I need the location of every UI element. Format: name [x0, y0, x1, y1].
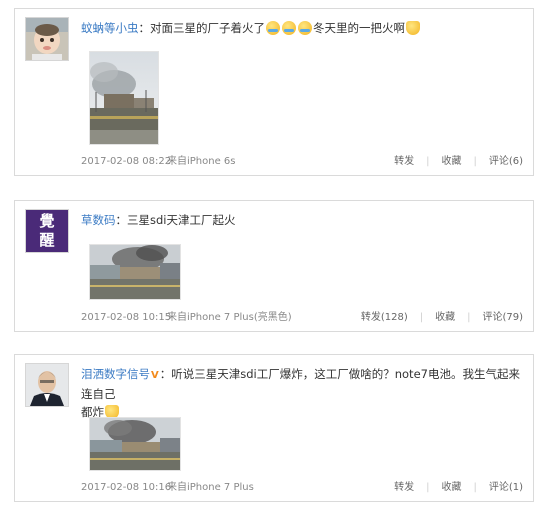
divider: | [473, 482, 477, 493]
avatar-text: 覺醒 [39, 212, 55, 249]
divider: | [419, 312, 424, 323]
weibo-post: 蚊蚋等小虫：对面三星的厂子着火了 冬天里的一把火啊 2017-02-08 08:2… [14, 8, 534, 176]
post-footer: 2017-02-08 08:22 来自iPhone 6s 转发 | 收藏 | 评论(6) [81, 155, 523, 169]
post-photo[interactable] [89, 51, 159, 145]
post-timestamp[interactable]: 2017-02-08 10:16 [81, 481, 171, 495]
post-footer: 2017-02-08 10:16 来自iPhone 7 Plus 转发 | 收藏 | 评… [81, 481, 523, 495]
post-source: 来自iPhone 7 Plus(亮黑色) [167, 312, 292, 323]
factory-fire-photo [90, 52, 158, 144]
post-photo[interactable] [89, 244, 181, 300]
post-text-continued: 冬天里的一把火啊 [313, 21, 405, 35]
repost-button[interactable]: 转发 [394, 156, 414, 167]
divider: | [426, 482, 430, 493]
post-footer: 2017-02-08 10:15 来自iPhone 7 Plus(亮黑色) 转发… [81, 311, 523, 325]
divider: | [467, 312, 471, 323]
favorite-button[interactable]: 收藏 [441, 156, 461, 167]
post-text: ：三星sdi天津工厂起火 [115, 213, 236, 227]
username-link[interactable]: 草数码 [81, 213, 116, 227]
user-avatar[interactable] [25, 17, 69, 61]
post-source: 来自iPhone 7 Plus [167, 482, 254, 493]
factory-fire-photo [90, 418, 180, 470]
man-avatar-image [26, 364, 68, 406]
repost-button[interactable]: 转发 [394, 482, 414, 493]
post-content: 蚊蚋等小虫：对面三星的厂子着火了 冬天里的一把火啊 [81, 19, 521, 37]
comment-button[interactable]: 评论(6) [489, 156, 523, 167]
comment-button[interactable]: 评论(79) [482, 312, 523, 323]
post-text: ：对面三星的厂子着火了 [138, 21, 266, 35]
repost-button[interactable]: 转发(128) [361, 312, 408, 323]
factory-fire-photo [90, 245, 180, 299]
username-link[interactable]: 泪洒数字信号 [81, 367, 150, 381]
post-timestamp[interactable]: 2017-02-08 08:22 [81, 155, 171, 169]
cat-face-icon [406, 21, 420, 35]
crying-face-icon [266, 21, 280, 35]
user-avatar[interactable]: 覺醒 [25, 209, 69, 253]
crying-face-icon [282, 21, 296, 35]
baby-avatar-image [26, 18, 68, 60]
v-badge-icon: V [151, 370, 159, 381]
user-avatar[interactable] [25, 363, 69, 407]
weibo-post: 泪洒数字信号V：听说三星天津sdi工厂爆炸，这工厂做啥的？note7电池。我生气… [14, 354, 534, 502]
post-photo[interactable] [89, 417, 181, 471]
crying-face-icon [298, 21, 312, 35]
weibo-post: 覺醒 草数码：三星sdi天津工厂起火 2017-02-08 10:15 来自iP… [14, 200, 534, 332]
favorite-button[interactable]: 收藏 [435, 312, 455, 323]
favorite-button[interactable]: 收藏 [441, 482, 461, 493]
divider: | [426, 156, 430, 167]
divider: | [473, 156, 477, 167]
post-source: 来自iPhone 6s [167, 156, 236, 167]
comment-button[interactable]: 评论(1) [489, 482, 523, 493]
post-content: 草数码：三星sdi天津工厂起火 [81, 211, 521, 229]
post-content: 泪洒数字信号V：听说三星天津sdi工厂爆炸，这工厂做啥的？note7电池。我生气… [81, 365, 521, 421]
post-timestamp[interactable]: 2017-02-08 10:15 [81, 311, 171, 325]
username-link[interactable]: 蚊蚋等小虫 [81, 21, 139, 35]
